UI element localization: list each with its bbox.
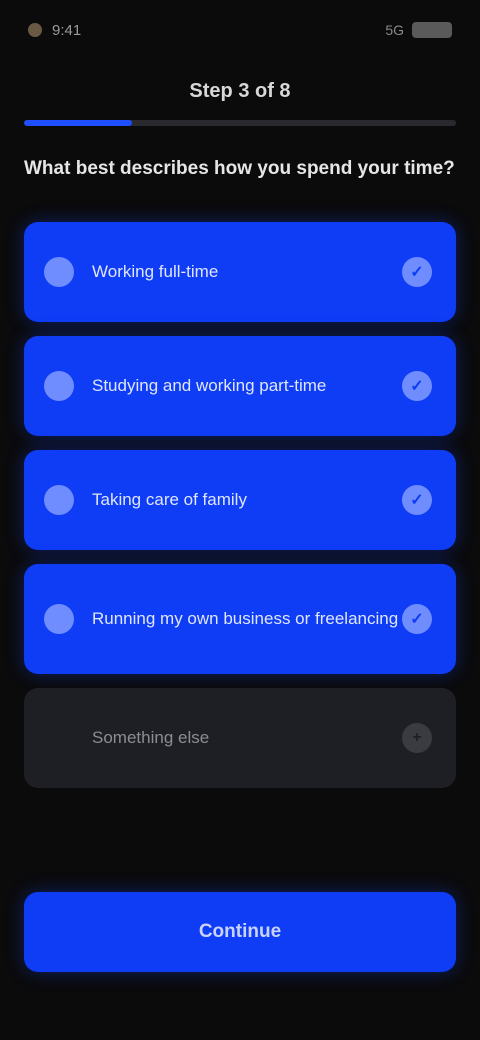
screen: 9:41 5G Step 3 of 8 What best describes …: [0, 0, 480, 1040]
step-title: Step 3 of 8: [189, 80, 291, 102]
radio-checked-icon: [44, 604, 74, 634]
battery-icon: [412, 22, 452, 38]
option-label: Something else: [92, 728, 210, 747]
option-1[interactable]: Working full-time ✓: [24, 222, 456, 322]
plus-icon: +: [402, 723, 432, 753]
checkmark-icon: ✓: [402, 604, 432, 634]
checkmark-icon: ✓: [402, 485, 432, 515]
radio-checked-icon: [44, 371, 74, 401]
option-4[interactable]: Running my own business or freelancing ✓: [24, 564, 456, 674]
signal-label: 5G: [385, 22, 404, 38]
option-label: Studying and working part-time: [92, 376, 327, 395]
radio-checked-icon: [44, 485, 74, 515]
status-bar: 9:41 5G: [0, 0, 480, 60]
header: Step 3 of 8: [0, 72, 480, 132]
option-list: Working full-time ✓ Studying and working…: [24, 222, 456, 802]
question-text: What best describes how you spend your t…: [24, 158, 455, 179]
option-3[interactable]: Taking care of family ✓: [24, 450, 456, 550]
option-label: Running my own business or freelancing: [92, 609, 399, 628]
option-label: Working full-time: [92, 262, 219, 281]
status-left: 9:41: [28, 22, 81, 39]
option-2[interactable]: Studying and working part-time ✓: [24, 336, 456, 436]
progress-bar: [24, 120, 456, 126]
profile-dot-icon: [28, 23, 42, 37]
radio-unchecked-icon: [44, 723, 74, 753]
status-time: 9:41: [52, 21, 82, 39]
progress-fill: [24, 120, 132, 126]
radio-checked-icon: [44, 257, 74, 287]
option-5[interactable]: Something else +: [24, 688, 456, 788]
status-right: 5G: [385, 22, 452, 38]
option-label: Taking care of family: [92, 490, 247, 509]
checkmark-icon: ✓: [402, 257, 432, 287]
continue-button[interactable]: Continue: [24, 892, 456, 972]
checkmark-icon: ✓: [402, 371, 432, 401]
